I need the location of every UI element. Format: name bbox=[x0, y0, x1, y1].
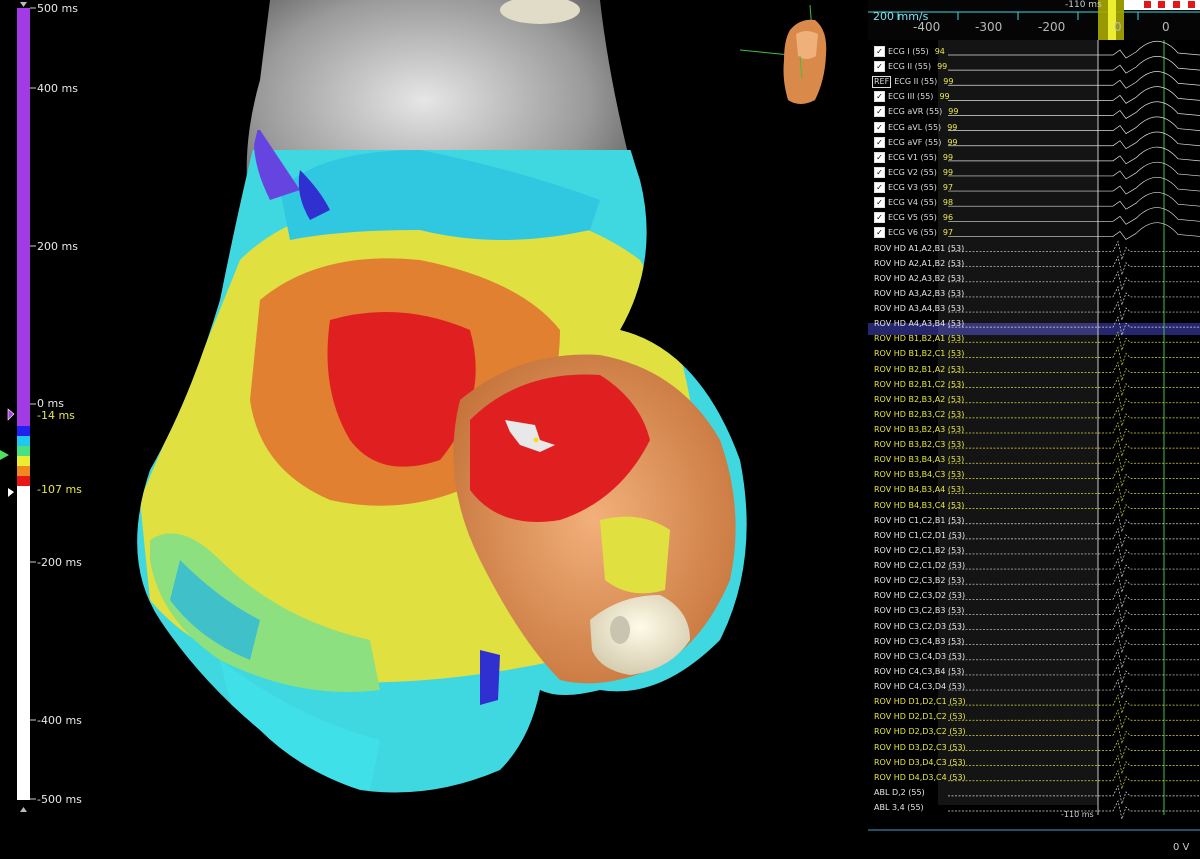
axis-label-0-a: 0 bbox=[1114, 20, 1122, 34]
axis-label-0-b: 0 bbox=[1162, 20, 1170, 34]
scale-label-neg200: -200 ms bbox=[37, 556, 82, 569]
scale-label-500: 500 ms bbox=[37, 2, 78, 15]
orientation-figure-icon bbox=[739, 4, 827, 104]
scale-label-neg500: -500 ms bbox=[37, 793, 82, 806]
heart-surface[interactable] bbox=[110, 0, 810, 850]
axis-label-neg400: -400 bbox=[913, 20, 941, 34]
scale-label-200: 200 ms bbox=[37, 240, 78, 253]
orientation-indicator[interactable] bbox=[739, 0, 840, 110]
scale-label-neg400: -400 ms bbox=[37, 714, 82, 727]
axis-label-neg200: -200 bbox=[1038, 20, 1066, 34]
time-axis[interactable]: 200 mm/s -110 ms -400 -300 -200 0 0 bbox=[868, 0, 1200, 40]
signal-traces[interactable] bbox=[868, 40, 1200, 855]
window-end-label: -107 ms bbox=[37, 483, 82, 496]
window-start-label: -14 ms bbox=[37, 409, 75, 422]
scale-label-400: 400 ms bbox=[37, 82, 78, 95]
lat-color-scale[interactable]: 500 ms 400 ms 200 ms 0 ms -14 ms -107 ms… bbox=[0, 0, 110, 855]
activation-map-3d-view[interactable] bbox=[110, 0, 870, 855]
top-time-marker: -110 ms bbox=[1065, 0, 1102, 10]
axis-label-neg300: -300 bbox=[975, 20, 1003, 34]
